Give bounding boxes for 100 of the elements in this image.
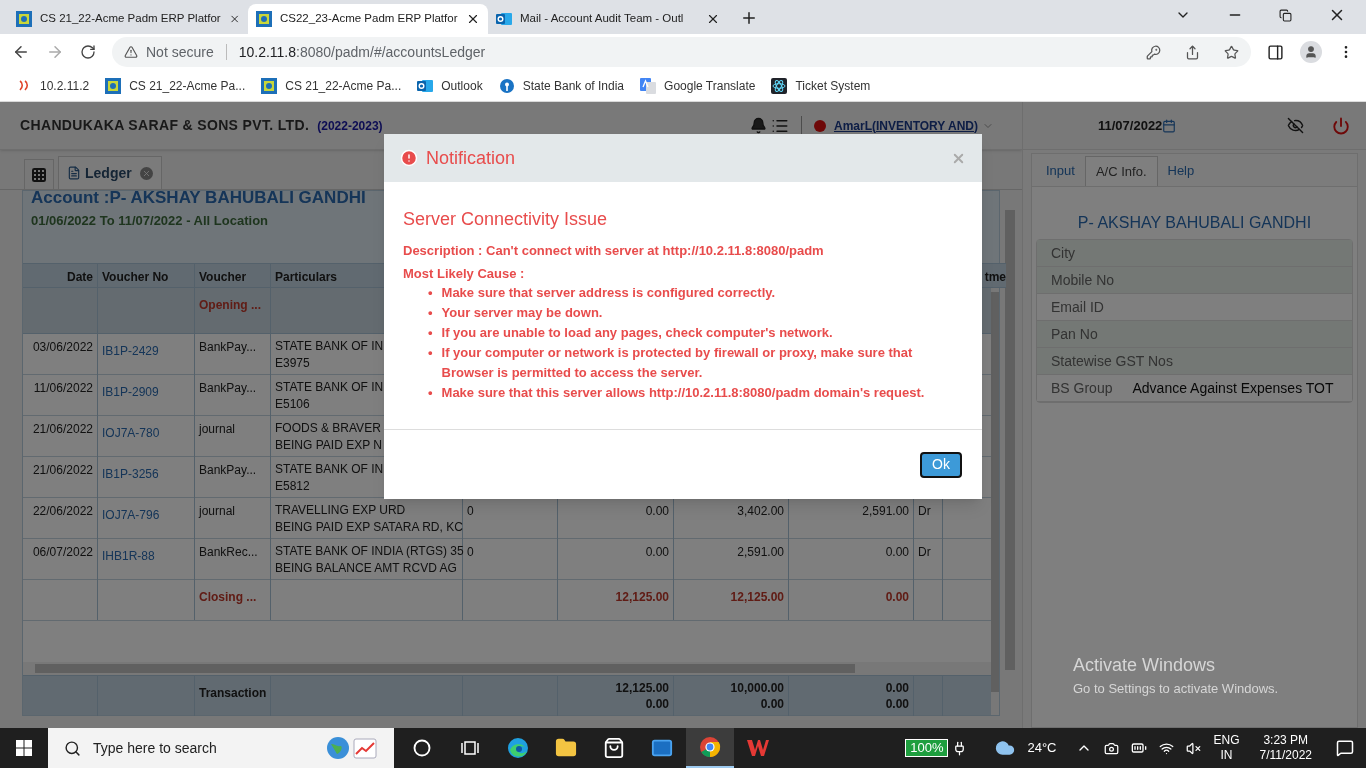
bookmark-star-icon[interactable]: [1224, 44, 1239, 60]
info-label: Mobile No: [1051, 270, 1115, 290]
close-icon[interactable]: [706, 12, 720, 26]
user-menu[interactable]: AmarL(INVENTORY AND): [833, 116, 978, 135]
bell-icon[interactable]: [749, 117, 767, 134]
document-icon: [67, 166, 81, 180]
windows-logo-icon: [16, 740, 32, 756]
table-cell: 12,125.00: [730, 590, 784, 604]
address-bar[interactable]: Not secure 10.2.11.8:8080/padm/#/accountsLedger: [112, 37, 1251, 67]
table-cell: 0.00: [885, 590, 909, 604]
task-view-icon: [461, 739, 479, 757]
site-icon: [640, 77, 657, 94]
current-date: 11/07/2022: [1098, 116, 1163, 135]
table-cell-text: 12,125.00: [614, 680, 669, 696]
table-cell: TRAVELLING EXP URD: [275, 502, 406, 519]
table-cell-text: 10,000.00: [729, 680, 784, 696]
table-cell: FOODS & BRAVER: [275, 420, 381, 437]
table-cell-text: 0.00: [644, 696, 669, 712]
table-cell-text: 0.00: [884, 680, 909, 696]
info-label: Statewise GST Nos: [1051, 351, 1173, 371]
error-description: Description : Can't connect with server at http://10.2.11.8:8080/padm: [403, 242, 825, 260]
app-logo-icon: [256, 11, 272, 27]
security-label: Not secure: [146, 42, 214, 62]
restore-icon[interactable]: [1279, 8, 1292, 22]
mute-icon[interactable]: [1186, 740, 1202, 756]
taskbar-app[interactable]: [686, 728, 734, 768]
table-cell: 0.00: [645, 545, 669, 559]
column-header: Particulars: [275, 270, 338, 284]
grid-icon: [31, 166, 47, 183]
tab-title: CS22_23-Acme Padm ERP Platfor: [280, 11, 458, 27]
panel-tab[interactable]: A/C Info.: [1084, 156, 1158, 186]
table-cell: STATE BANK OF IN: [275, 461, 384, 478]
reload-icon[interactable]: [80, 44, 96, 60]
battery-level: 100%: [905, 739, 949, 757]
table-cell: 21/06/2022: [32, 422, 93, 436]
wifi-icon[interactable]: [1159, 740, 1175, 756]
account-title: Account :P- AKSHAY BAHUBALI GANDHI: [31, 187, 366, 209]
folder-icon: [555, 737, 577, 759]
site-icon: [498, 77, 515, 94]
warning-icon: [124, 45, 138, 59]
side-panel-icon[interactable]: [1267, 43, 1284, 61]
calendar-icon[interactable]: [1162, 118, 1177, 133]
profile-avatar[interactable]: [1300, 41, 1322, 63]
tab-title: CS 21_22-Acme Padm ERP Platfor: [40, 11, 221, 27]
cause-label: Most Likely Cause :: [403, 264, 526, 283]
table-cell: 12,125.00: [615, 590, 669, 604]
bookmark[interactable]: Ticket System: [771, 76, 871, 95]
info-label: Pan No: [1051, 324, 1098, 344]
language: ENG: [1213, 733, 1240, 748]
tab-label: Ledger: [85, 163, 132, 183]
table-cell: 03/06/2022: [32, 340, 93, 354]
camera-icon[interactable]: [1104, 740, 1120, 756]
table-cell: 11/06/2022: [33, 381, 93, 395]
new-tab-icon[interactable]: [740, 9, 758, 27]
table-cell: 3,402.00: [737, 504, 784, 518]
bookmark[interactable]: 10.2.11.2: [16, 76, 90, 95]
column-header: tme: [984, 270, 1006, 284]
globe-drawing: [326, 734, 378, 762]
table-cell: Closing ...: [199, 590, 257, 604]
table-cell: E3975: [275, 355, 310, 372]
table-cell: BankPay...: [199, 381, 257, 395]
notification-icon[interactable]: [1336, 739, 1354, 757]
table-cell: Dr: [918, 545, 931, 559]
edge-icon: [507, 737, 529, 759]
bookmark[interactable]: Outlook: [417, 76, 483, 95]
vertical-scrollbar[interactable]: [991, 288, 999, 715]
close-icon[interactable]: [466, 12, 480, 26]
share-icon[interactable]: [1185, 44, 1200, 60]
temperature: 24°C: [1027, 739, 1057, 758]
horizontal-scrollbar[interactable]: [23, 662, 991, 675]
battery-icon[interactable]: [1131, 740, 1148, 756]
clock-time: 3:23 PM: [1263, 733, 1309, 748]
table-cell: 0.00: [885, 545, 909, 559]
table-cell: 06/07/2022: [32, 545, 93, 559]
dialog-title: Notification: [426, 146, 516, 170]
power-icon[interactable]: [1332, 116, 1350, 135]
key-icon[interactable]: [1146, 44, 1161, 60]
back-icon[interactable]: [12, 43, 30, 61]
bullet: •: [428, 384, 433, 402]
url-path: :8080/padm/#/accountsLedger: [296, 42, 486, 62]
apps-button[interactable]: [24, 159, 54, 189]
bullet: •: [428, 324, 433, 342]
taskbar-search[interactable]: Type here to search: [48, 728, 394, 768]
bookmark[interactable]: CS 21_22-Acme Pa...: [105, 76, 246, 95]
region: IN: [1220, 748, 1233, 763]
table-cell: 0: [467, 504, 474, 518]
browser-tab[interactable]: CS 21_22-Acme Padm ERP Platfor: [8, 4, 248, 34]
bookmark[interactable]: State Bank of India: [498, 76, 625, 95]
bookmark[interactable]: Google Translate: [640, 76, 756, 95]
table-cell: STATE BANK OF IN: [275, 338, 384, 355]
alert-icon: [400, 149, 418, 167]
eye-slash-icon[interactable]: [1287, 117, 1304, 134]
browser-tab[interactable]: Mail - Account Audit Team - Outl: [488, 4, 728, 34]
bullet: •: [428, 344, 433, 362]
browser-tab[interactable]: CS22_23-Acme Padm ERP Platfor: [248, 4, 488, 34]
ledger-tab[interactable]: Ledger: [58, 156, 162, 189]
table-cell: 2,591.00: [862, 504, 909, 518]
activation-title: Activate Windows: [1073, 654, 1217, 677]
bookmark[interactable]: CS 21_22-Acme Pa...: [261, 76, 402, 95]
weather-icon[interactable]: [995, 738, 1016, 758]
